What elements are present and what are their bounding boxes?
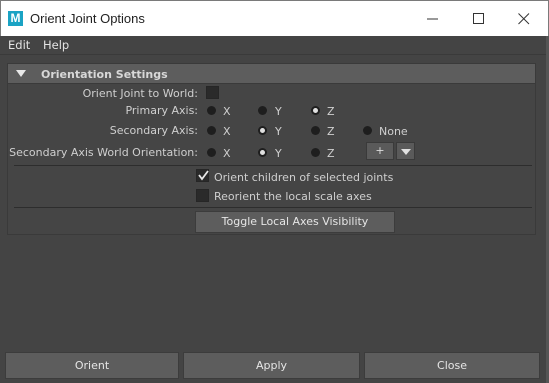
close-icon — [518, 13, 530, 25]
maximize-button[interactable] — [456, 1, 502, 37]
secondary-axis-x-label: X — [223, 125, 231, 138]
primary-axis-x-radio[interactable] — [207, 106, 216, 115]
primary-axis-z-radio[interactable] — [311, 106, 320, 115]
secondary-axis-y-label: Y — [275, 125, 282, 138]
orient-button[interactable]: Orient — [5, 352, 179, 379]
close-button[interactable]: Close — [364, 352, 540, 379]
secondary-world-z-radio[interactable] — [311, 148, 320, 157]
close-window-button[interactable] — [501, 1, 547, 37]
collapse-arrow-icon — [16, 70, 26, 77]
orient-children-label: Orient children of selected joints — [214, 171, 394, 184]
chevron-down-icon — [401, 149, 411, 155]
secondary-world-z-label: Z — [327, 147, 335, 160]
reorient-scale-checkbox[interactable] — [196, 189, 209, 202]
frame-title: Orientation Settings — [41, 68, 168, 81]
secondary-axis-x-radio[interactable] — [207, 126, 216, 135]
maximize-icon — [473, 13, 484, 24]
world-orientation-dropdown-button[interactable] — [396, 142, 415, 160]
menu-bar: Edit Help — [0, 36, 549, 55]
primary-axis-label: Primary Axis: — [125, 104, 198, 117]
secondary-world-label: Secondary Axis World Orientation: — [9, 146, 198, 159]
separator — [14, 165, 532, 166]
secondary-axis-z-radio[interactable] — [311, 126, 320, 135]
secondary-axis-z-label: Z — [327, 125, 335, 138]
frame-header[interactable]: Orientation Settings — [8, 64, 535, 84]
window-title: Orient Joint Options — [30, 11, 145, 26]
secondary-world-y-label: Y — [275, 147, 282, 160]
world-orientation-sign-field[interactable]: + — [366, 142, 394, 160]
reorient-scale-label: Reorient the local scale axes — [214, 190, 372, 203]
primary-axis-x-label: X — [223, 105, 231, 118]
checkmark-icon — [198, 170, 209, 181]
primary-axis-y-radio[interactable] — [258, 106, 267, 115]
secondary-axis-label: Secondary Axis: — [109, 124, 198, 137]
secondary-axis-none-radio[interactable] — [363, 126, 372, 135]
title-bar: M Orient Joint Options — [0, 0, 549, 36]
separator — [14, 207, 532, 208]
apply-button[interactable]: Apply — [183, 352, 360, 379]
secondary-axis-y-radio[interactable] — [258, 126, 267, 135]
menu-edit[interactable]: Edit — [8, 38, 30, 52]
minimize-icon — [427, 18, 438, 20]
orient-children-checkbox[interactable] — [196, 169, 209, 182]
primary-axis-y-label: Y — [275, 105, 282, 118]
maya-app-icon: M — [8, 11, 23, 26]
orient-to-world-label: Orient Joint to World: — [82, 87, 198, 100]
menu-help[interactable]: Help — [43, 38, 69, 52]
secondary-axis-none-label: None — [379, 125, 408, 138]
secondary-world-x-label: X — [223, 147, 231, 160]
orient-to-world-checkbox[interactable] — [206, 86, 219, 99]
toggle-local-axes-button[interactable]: Toggle Local Axes Visibility — [195, 211, 395, 233]
primary-axis-z-label: Z — [327, 105, 335, 118]
secondary-world-y-radio[interactable] — [258, 148, 267, 157]
minimize-button[interactable] — [410, 1, 456, 37]
secondary-world-x-radio[interactable] — [207, 148, 216, 157]
